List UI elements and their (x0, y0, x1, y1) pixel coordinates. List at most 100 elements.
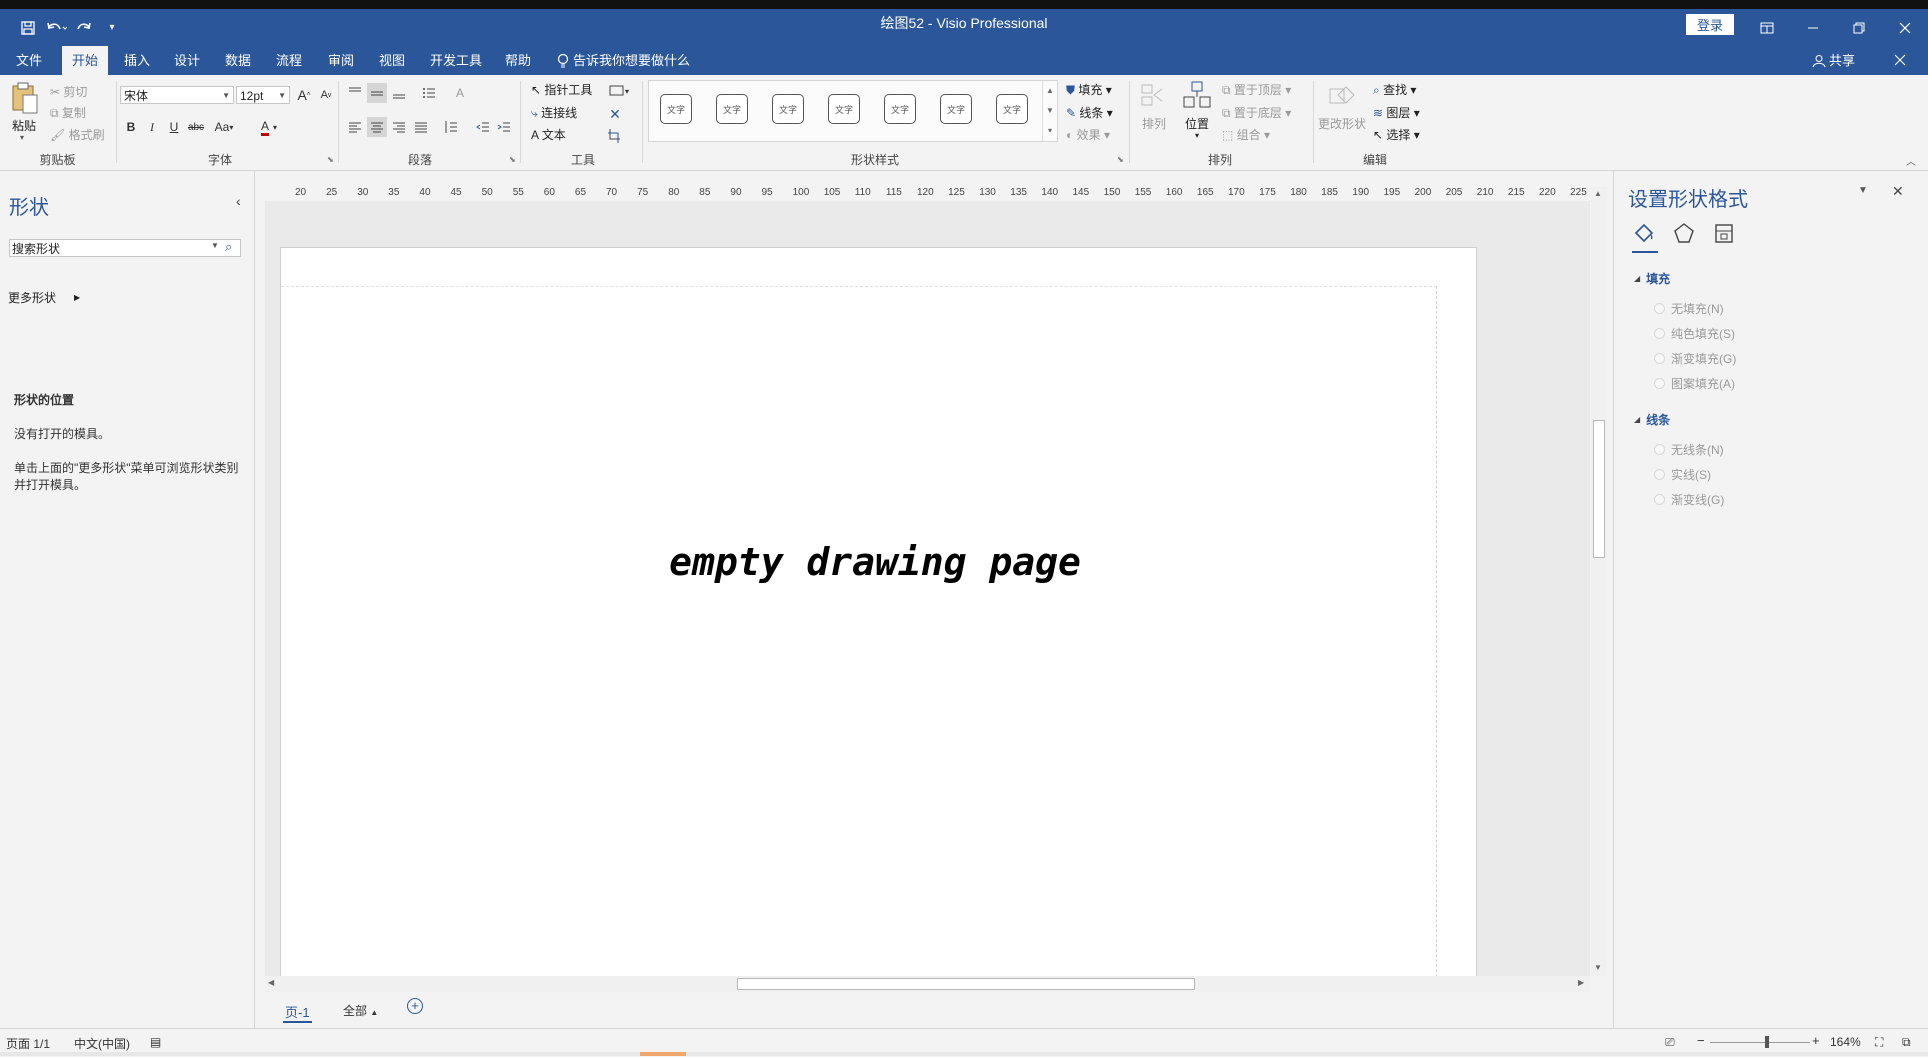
scroll-right-icon[interactable]: ▶ (1578, 978, 1584, 987)
fit-page-icon[interactable]: ⛶ (1875, 1035, 1883, 1050)
all-pages-button[interactable]: 全部 ▲ (343, 1002, 378, 1019)
font-name-combo[interactable]: 宋体 ▼ (120, 86, 234, 104)
find-button[interactable]: ⌕ 查找 ▾ (1373, 81, 1416, 98)
close-icon[interactable] (1882, 9, 1928, 46)
radio-button[interactable] (1654, 378, 1665, 389)
panel-options-icon[interactable]: ▼ (1858, 185, 1868, 196)
line-button[interactable]: ✎ 线条 ▾ (1066, 104, 1113, 121)
size-properties-tab-icon[interactable] (1712, 221, 1738, 249)
dialog-launcher-icon[interactable]: ⬊ (327, 155, 334, 164)
tell-me-box[interactable]: 告诉我你想要做什么 (556, 46, 696, 75)
fill-section-header[interactable]: ◢ 填充 (1634, 270, 1670, 287)
horizontal-scroll-thumb[interactable] (737, 978, 1195, 990)
align-center-icon[interactable] (367, 117, 387, 137)
change-case-button[interactable]: Aa ▾ (210, 117, 238, 137)
italic-button[interactable]: I (142, 117, 162, 137)
align-top-icon[interactable] (345, 83, 365, 103)
radio-button[interactable] (1654, 469, 1665, 480)
tab-developer[interactable]: 开发工具 (428, 46, 484, 75)
zoom-slider-track[interactable] (1710, 1042, 1810, 1043)
font-color-button[interactable]: A ▾ (254, 117, 284, 137)
share-button[interactable]: 共享 (1812, 46, 1860, 75)
bold-button[interactable]: B (121, 117, 141, 137)
gallery-scroll-icon[interactable]: ▲ ▼ ▾ (1042, 81, 1057, 141)
scroll-down-icon[interactable]: ▼ (1594, 963, 1602, 972)
login-button[interactable]: 登录 (1686, 14, 1734, 35)
radio-button[interactable] (1654, 444, 1665, 455)
drawing-canvas[interactable] (265, 201, 1590, 977)
layers-button[interactable]: ≋ 图层 ▾ (1373, 104, 1420, 121)
shape-style-thumb[interactable]: 文字 (823, 89, 865, 129)
connector-button[interactable]: ⤷ 连接线 (531, 104, 577, 121)
font-size-combo[interactable]: 12pt ▼ (236, 86, 290, 104)
collapse-ribbon-icon[interactable]: ︿ (1906, 153, 1916, 168)
no-fill-option[interactable]: 无填充(N) (1654, 300, 1724, 317)
select-button[interactable]: ↖ 选择 ▾ (1373, 126, 1420, 143)
search-input[interactable] (10, 240, 204, 256)
search-icon[interactable]: ⌕ (225, 239, 232, 255)
close-panel-icon[interactable]: ✕ (1892, 183, 1904, 200)
close-ribbon-icon[interactable] (1890, 46, 1910, 75)
scroll-up-icon[interactable]: ▲ (1594, 189, 1602, 198)
collapse-panel-icon[interactable]: ‹ (236, 193, 241, 209)
radio-button[interactable] (1654, 328, 1665, 339)
pentagon-effects-tab-icon[interactable] (1672, 221, 1698, 249)
line-section-header[interactable]: ◢ 线条 (1634, 411, 1670, 428)
tab-file[interactable]: 文件 (12, 46, 46, 75)
more-shapes-menu[interactable]: 更多形状 ▶ (8, 289, 80, 306)
pointer-tool-button[interactable]: ↖ 指针工具 (531, 81, 592, 98)
align-left-icon[interactable] (345, 117, 365, 137)
shape-style-thumb[interactable]: 文字 (711, 89, 753, 129)
send-to-back-button[interactable]: ⧉ 置于底层 ▾ (1222, 104, 1291, 121)
increase-indent-icon[interactable] (494, 117, 514, 137)
text-tool-button[interactable]: A 文本 (531, 126, 566, 143)
chevron-down-icon[interactable]: ▾ (1195, 131, 1199, 140)
tab-view[interactable]: 视图 (375, 46, 409, 75)
effects-button[interactable]: ◐ 效果 ▾ (1066, 126, 1110, 143)
tab-design[interactable]: 设计 (170, 46, 204, 75)
gradient-line-option[interactable]: 渐变线(G) (1654, 491, 1724, 508)
gradient-fill-option[interactable]: 渐变填充(G) (1654, 350, 1736, 367)
radio-button[interactable] (1654, 494, 1665, 505)
align-right-icon[interactable] (389, 117, 409, 137)
change-shape-label[interactable]: 更改形状 (1318, 115, 1366, 132)
page-number-status[interactable]: 页面 1/1 (6, 1035, 50, 1052)
rectangle-icon[interactable]: ▾ (605, 81, 633, 101)
zoom-slider-thumb[interactable] (1765, 1036, 1769, 1048)
arrange-icon[interactable] (1140, 83, 1168, 111)
drawing-page[interactable] (280, 247, 1477, 977)
radio-button[interactable] (1654, 353, 1665, 364)
tab-insert[interactable]: 插入 (120, 46, 154, 75)
format-painter-button[interactable]: 🖌 格式刷 (50, 126, 105, 143)
scroll-left-icon[interactable]: ◀ (268, 978, 274, 987)
tab-help[interactable]: 帮助 (500, 46, 536, 75)
shape-style-thumb[interactable]: 文字 (767, 89, 809, 129)
position-label[interactable]: 位置 (1185, 115, 1209, 132)
tab-home[interactable]: 开始 (62, 46, 108, 75)
solid-fill-option[interactable]: 纯色填充(S) (1654, 325, 1735, 342)
delete-x-icon[interactable]: ✕ (605, 104, 625, 124)
presentation-mode-icon[interactable]: ⎚ (1665, 1035, 1675, 1050)
paste-dropdown-icon[interactable]: ▾ (20, 133, 24, 142)
dialog-launcher-icon[interactable]: ⬊ (509, 155, 516, 164)
ribbon-display-icon[interactable] (1744, 9, 1790, 46)
paste-icon[interactable] (10, 81, 40, 117)
fill-button[interactable]: ⛊ 填充 ▾ (1066, 81, 1112, 98)
horizontal-scrollbar[interactable]: ◀ ▶ (265, 976, 1591, 992)
dialog-launcher-icon[interactable]: ⬊ (1117, 155, 1124, 164)
chevron-down-icon[interactable]: ▼ (211, 241, 219, 250)
group-button[interactable]: ⬚ 组合 ▾ (1222, 126, 1270, 143)
zoom-level[interactable]: 164% (1830, 1035, 1861, 1049)
grow-font-button[interactable]: A ^ (294, 85, 314, 105)
vertical-scroll-thumb[interactable] (1593, 420, 1605, 558)
arrange-label[interactable]: 排列 (1142, 115, 1166, 132)
shape-style-thumb[interactable]: 文字 (879, 89, 921, 129)
shape-style-thumb[interactable]: 文字 (655, 89, 697, 129)
tab-data[interactable]: 数据 (221, 46, 255, 75)
restore-icon[interactable] (1836, 9, 1882, 46)
change-shape-icon[interactable] (1328, 81, 1358, 111)
text-direction-icon[interactable]: A (450, 83, 470, 103)
pattern-fill-option[interactable]: 图案填充(A) (1654, 375, 1735, 392)
position-icon[interactable] (1183, 81, 1213, 111)
connection-point-icon[interactable] (605, 126, 625, 146)
